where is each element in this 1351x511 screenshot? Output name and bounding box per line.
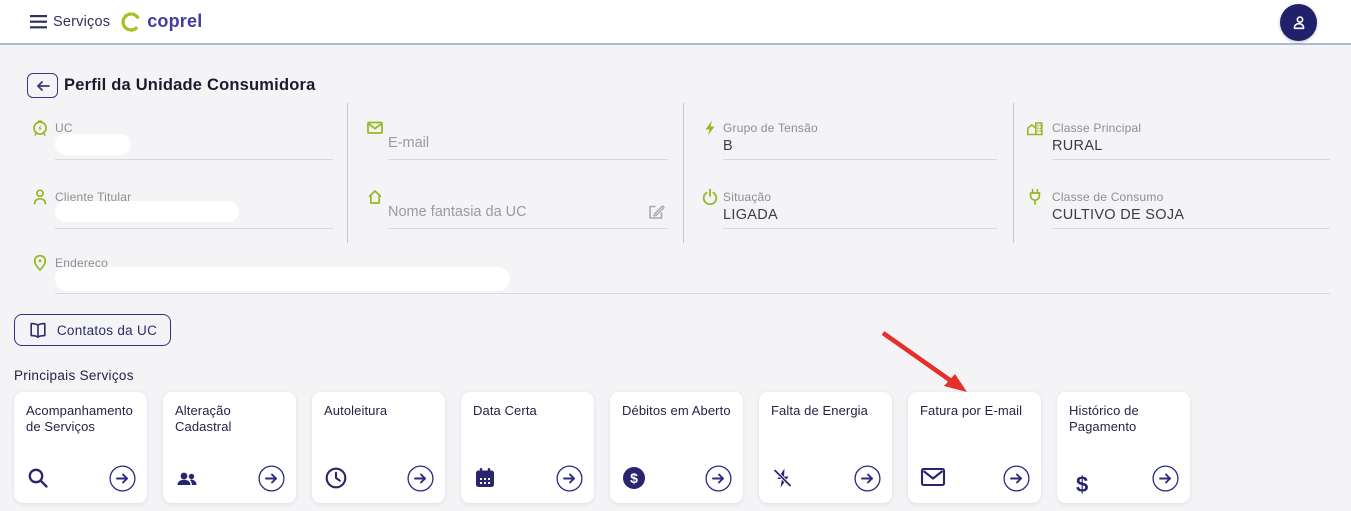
back-button[interactable] [27, 73, 58, 98]
coprel-logo[interactable]: coprel [120, 11, 202, 33]
hamburger-menu-icon [30, 15, 47, 29]
situacao-label: Situação [723, 190, 771, 204]
flash-off-icon [771, 466, 795, 490]
service-card-title: Alteração Cadastral [163, 392, 296, 435]
clock-icon [324, 466, 348, 490]
services-heading: Principais Serviços [14, 368, 134, 383]
service-card-title: Autoleitura [312, 392, 445, 419]
column-divider [347, 103, 348, 243]
plug-icon [1025, 187, 1045, 207]
column-divider [1013, 103, 1014, 243]
endereco-redacted-value [55, 267, 510, 291]
page: Serviços coprel Perfil d [0, 0, 1351, 511]
coprel-wordmark: coprel [147, 11, 202, 32]
page-title: Perfil da Unidade Consumidora [64, 76, 316, 95]
situacao-value: LIGADA [723, 207, 778, 223]
meter-icon [30, 118, 50, 138]
service-card-autoleitura[interactable]: Autoleitura [312, 392, 445, 503]
open-service-button[interactable] [705, 465, 732, 492]
open-service-button[interactable] [258, 465, 285, 492]
open-service-button[interactable] [854, 465, 881, 492]
nome-fantasia-field[interactable] [388, 204, 638, 220]
service-card-acompanhamento[interactable]: Acompanhamento de Serviços [14, 392, 147, 503]
arrow-left-icon [36, 80, 50, 92]
service-card-fatura-por-email[interactable]: Fatura por E-mail [908, 392, 1041, 503]
location-pin-icon [30, 253, 50, 273]
svg-text:$: $ [1076, 472, 1088, 497]
coprel-logo-icon [120, 11, 142, 33]
svg-text:$: $ [630, 470, 638, 486]
edit-pencil-icon [646, 202, 666, 222]
services-menu-button[interactable]: Serviços [30, 14, 110, 30]
field-underline [723, 159, 997, 160]
person-icon [1289, 13, 1309, 33]
field-underline [55, 159, 333, 160]
services-menu-label: Serviços [53, 14, 110, 30]
uc-redacted-value [55, 134, 131, 155]
person-outline-icon [30, 187, 50, 207]
service-card-alteracao-cadastral[interactable]: Alteração Cadastral [163, 392, 296, 503]
dollar-icon: $ [1069, 470, 1093, 494]
grupo-tensao-label: Grupo de Tensão [723, 121, 818, 135]
service-card-data-certa[interactable]: Data Certa [461, 392, 594, 503]
field-underline [388, 159, 668, 160]
account-avatar-button[interactable] [1280, 4, 1317, 41]
contatos-da-uc-label: Contatos da UC [57, 323, 157, 338]
calendar-icon [473, 466, 497, 490]
cliente-titular-redacted-value [55, 201, 239, 222]
edit-button[interactable] [646, 202, 666, 222]
service-card-falta-de-energia[interactable]: Falta de Energia [759, 392, 892, 503]
classe-consumo-label: Classe de Consumo [1052, 190, 1163, 204]
service-card-title: Acompanhamento de Serviços [14, 392, 147, 435]
field-underline [723, 228, 997, 229]
search-icon [26, 466, 50, 490]
classe-principal-label: Classe Principal [1052, 121, 1141, 135]
email-field[interactable] [388, 135, 663, 151]
envelope-icon [365, 118, 385, 138]
open-service-button[interactable] [1152, 465, 1179, 492]
service-card-title: Débitos em Aberto [610, 392, 743, 419]
power-icon [700, 187, 720, 207]
field-underline [1052, 228, 1330, 229]
service-card-historico-de-pagamento[interactable]: Histórico de Pagamento $ [1057, 392, 1190, 503]
field-underline [55, 228, 333, 229]
envelope-icon [920, 466, 944, 490]
service-card-title: Histórico de Pagamento [1057, 392, 1190, 435]
classe-consumo-value: CULTIVO DE SOJA [1052, 207, 1184, 223]
dollar-circle-icon: $ [622, 466, 646, 490]
top-app-bar: Serviços coprel [0, 0, 1351, 45]
open-service-button[interactable] [556, 465, 583, 492]
service-card-title: Data Certa [461, 392, 594, 419]
uc-label: UC [55, 121, 73, 135]
open-service-button[interactable] [109, 465, 136, 492]
field-underline [388, 228, 668, 229]
column-divider [683, 103, 684, 243]
field-underline [1052, 159, 1330, 160]
service-card-debitos-em-aberto[interactable]: Débitos em Aberto $ [610, 392, 743, 503]
red-annotation-arrow [868, 324, 978, 402]
home-icon [365, 187, 385, 207]
book-icon [28, 322, 48, 339]
people-icon [175, 466, 199, 490]
open-service-button[interactable] [1003, 465, 1030, 492]
lightning-icon [700, 118, 720, 138]
field-underline [55, 293, 1330, 294]
grupo-tensao-value: B [723, 138, 733, 154]
open-service-button[interactable] [407, 465, 434, 492]
buildings-icon [1025, 118, 1045, 138]
contatos-da-uc-button[interactable]: Contatos da UC [14, 314, 171, 346]
service-card-title: Falta de Energia [759, 392, 892, 419]
classe-principal-value: RURAL [1052, 138, 1103, 154]
service-card-title: Fatura por E-mail [908, 392, 1041, 419]
